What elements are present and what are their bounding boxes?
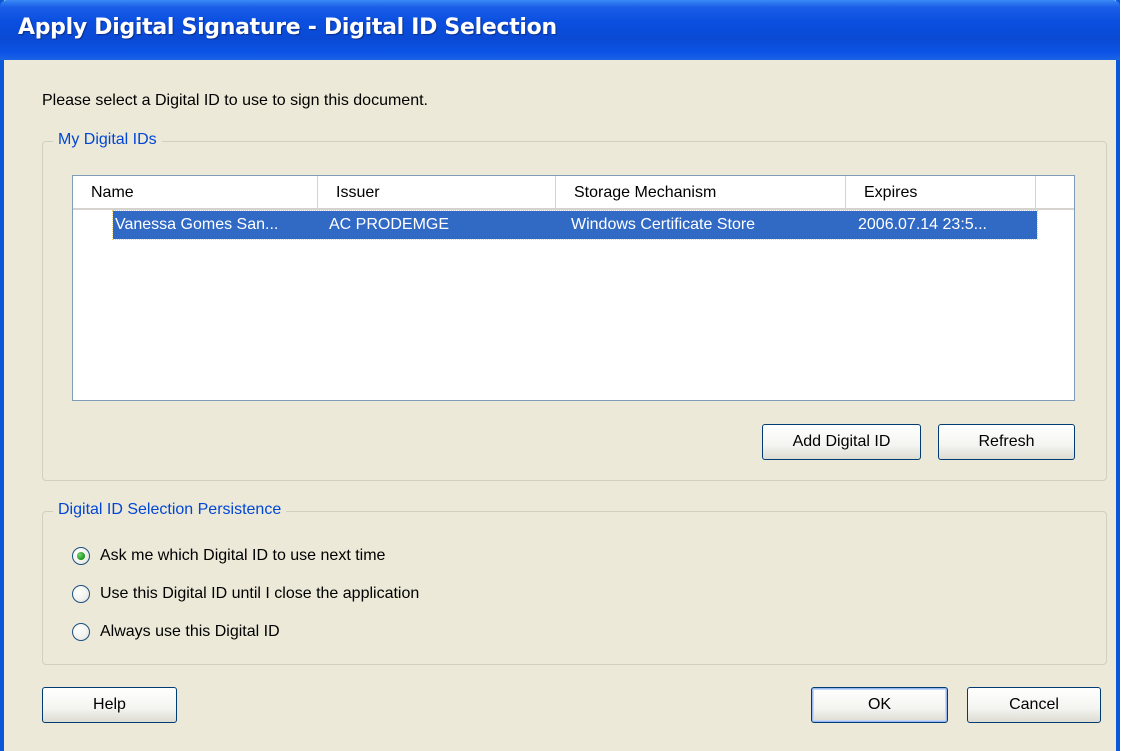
column-header-name[interactable]: Name xyxy=(73,176,319,208)
column-header-issuer[interactable]: Issuer xyxy=(318,176,557,208)
radio-dot-icon xyxy=(77,552,85,560)
cell-storage: Windows Certificate Store xyxy=(571,216,756,233)
title-bar[interactable]: Apply Digital Signature - Digital ID Sel… xyxy=(0,0,1120,60)
dialog-window: Apply Digital Signature - Digital ID Sel… xyxy=(0,0,1120,751)
cell-name: Vanessa Gomes San... xyxy=(115,216,279,233)
cancel-button[interactable]: Cancel xyxy=(967,687,1101,723)
my-digital-ids-legend: My Digital IDs xyxy=(53,131,162,149)
digital-ids-list[interactable]: Name Issuer Storage Mechanism Expires Va… xyxy=(72,175,1075,401)
ok-button[interactable]: OK xyxy=(811,687,948,723)
refresh-button[interactable]: Refresh xyxy=(938,424,1075,460)
radio-button[interactable] xyxy=(72,585,90,603)
list-header: Name Issuer Storage Mechanism Expires xyxy=(73,176,1074,210)
table-row[interactable]: Vanessa Gomes San... AC PRODEMGE Windows… xyxy=(112,210,1038,240)
window-title: Apply Digital Signature - Digital ID Sel… xyxy=(18,15,557,40)
radio-button-selected[interactable] xyxy=(72,547,90,565)
selection-persistence-legend: Digital ID Selection Persistence xyxy=(53,501,287,519)
instruction-text: Please select a Digital ID to use to sig… xyxy=(42,92,428,109)
column-header-expires[interactable]: Expires xyxy=(846,176,1037,208)
cell-expires: 2006.07.14 23:5... xyxy=(858,216,987,233)
radio-button[interactable] xyxy=(72,623,90,641)
radio-label: Always use this Digital ID xyxy=(100,623,280,640)
help-button[interactable]: Help xyxy=(42,687,177,723)
column-header-storage[interactable]: Storage Mechanism xyxy=(556,176,847,208)
cell-issuer: AC PRODEMGE xyxy=(329,216,450,233)
radio-label: Ask me which Digital ID to use next time xyxy=(100,547,386,564)
add-digital-id-button[interactable]: Add Digital ID xyxy=(762,424,921,460)
radio-label: Use this Digital ID until I close the ap… xyxy=(100,585,420,602)
